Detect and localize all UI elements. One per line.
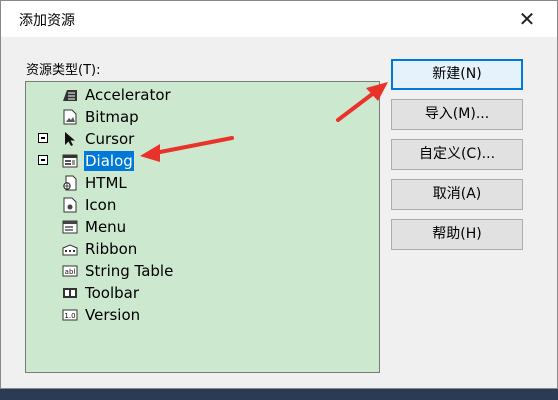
svg-text:1.0: 1.0 (64, 312, 75, 320)
tree-item-toolbar[interactable]: Toolbar (26, 282, 356, 304)
tree-item-label: String Table (85, 262, 174, 280)
ribbon-icon (61, 241, 78, 257)
tree-item-html[interactable]: HTML (26, 172, 356, 194)
tree-item-label: Version (85, 306, 141, 324)
custom-button[interactable]: 自定义(C)... (391, 139, 523, 170)
menu-icon (61, 219, 78, 235)
tree-item-cursor[interactable]: Cursor (26, 128, 356, 150)
tree-item-label: Bitmap (85, 108, 139, 126)
resource-type-tree[interactable]: Accelerator Bitmap Cursor Dialog HTML Ic… (25, 81, 380, 373)
toolbar-icon (61, 285, 78, 301)
tree-item-bitmap[interactable]: Bitmap (26, 106, 356, 128)
tree-item-label: Toolbar (85, 284, 140, 302)
version-icon: 1.0 (61, 307, 78, 323)
help-button[interactable]: 帮助(H) (391, 219, 523, 250)
new-button[interactable]: 新建(N) (391, 59, 523, 90)
cursor-icon (61, 131, 78, 147)
tree-item-label: Dialog (84, 151, 134, 171)
tree-item-label: Icon (85, 196, 117, 214)
tree-item-string-table[interactable]: abl String Table (26, 260, 356, 282)
tree-item-label: Ribbon (85, 240, 138, 258)
tree-item-label: HTML (85, 174, 127, 192)
svg-text:abl: abl (64, 268, 75, 276)
icon-resource-icon (61, 197, 78, 213)
dialog-icon (61, 153, 78, 169)
add-resource-dialog: 添加资源 ✕ 资源类型(T): Accelerator Bitmap Curso… (0, 0, 558, 389)
tree-item-version[interactable]: 1.0 Version (26, 304, 356, 326)
expand-toggle-icon[interactable] (38, 133, 48, 143)
dialog-title: 添加资源 (19, 13, 75, 29)
tree-item-label: Accelerator (85, 86, 171, 104)
tree-item-ribbon[interactable]: Ribbon (26, 238, 356, 260)
import-button[interactable]: 导入(M)... (391, 99, 523, 130)
expand-toggle-icon[interactable] (38, 155, 48, 165)
tree-item-label: Cursor (85, 130, 135, 148)
title-bar: 添加资源 ✕ (1, 1, 557, 37)
accelerator-icon (61, 87, 78, 103)
tree-item-label: Menu (85, 218, 127, 236)
bitmap-icon (61, 109, 78, 125)
string-table-icon: abl (61, 263, 78, 279)
tree-item-accelerator[interactable]: Accelerator (26, 84, 356, 106)
close-icon[interactable]: ✕ (513, 5, 541, 33)
cancel-button[interactable]: 取消(A) (391, 179, 523, 210)
tree-item-menu[interactable]: Menu (26, 216, 356, 238)
html-icon (61, 175, 78, 191)
resource-type-label: 资源类型(T): (26, 63, 101, 78)
tree-item-icon[interactable]: Icon (26, 194, 356, 216)
tree-item-dialog[interactable]: Dialog (26, 150, 356, 172)
